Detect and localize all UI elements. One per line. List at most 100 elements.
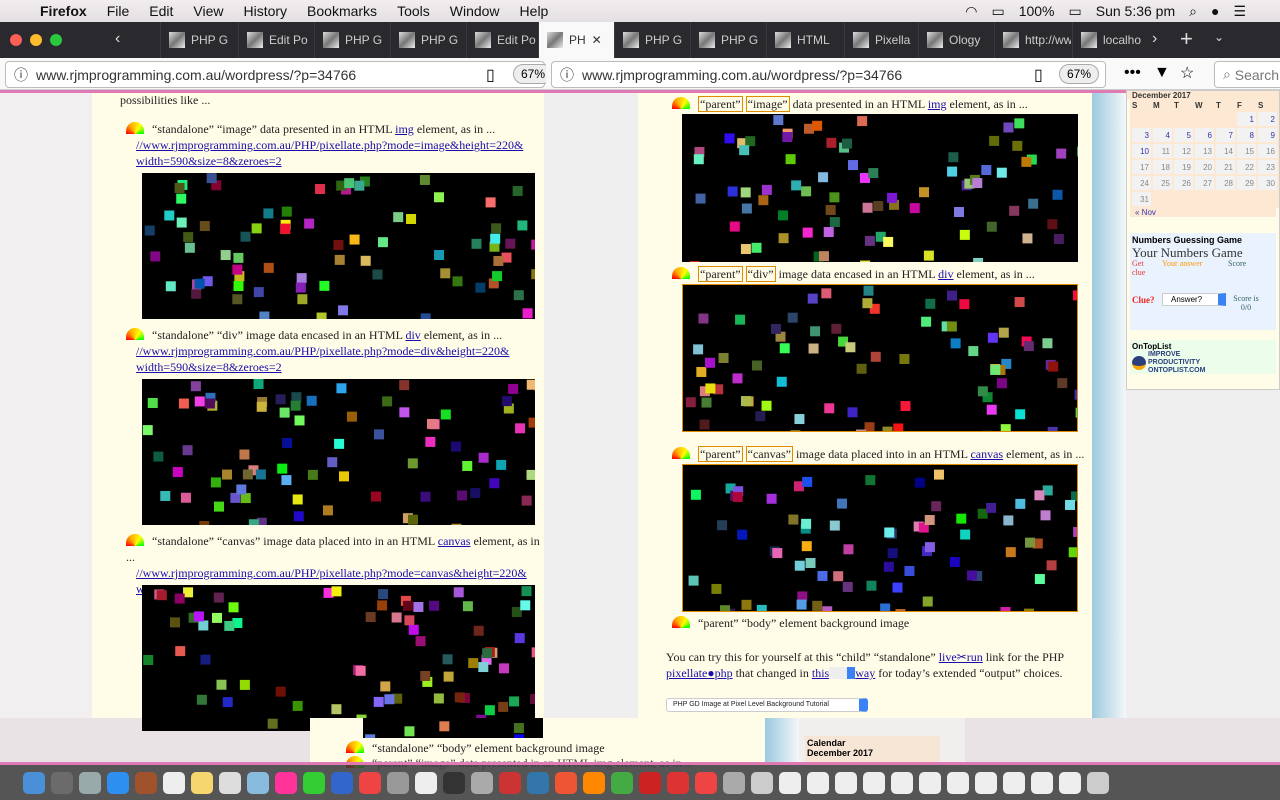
menu-tools[interactable]: Tools: [397, 3, 430, 19]
tag-link[interactable]: canvas: [970, 447, 1003, 461]
tab[interactable]: localho: [1072, 22, 1149, 58]
calendar-day[interactable]: 21: [1216, 160, 1235, 174]
tab-list-chevron-down-icon[interactable]: ⌄: [1214, 30, 1224, 44]
calendar-day[interactable]: 26: [1174, 176, 1193, 190]
dock-app-icon[interactable]: [331, 771, 353, 794]
dock-app-icon[interactable]: [1003, 771, 1025, 794]
battery-icon[interactable]: ▭: [1069, 3, 1082, 20]
calendar-day[interactable]: 20: [1195, 160, 1214, 174]
calendar-day[interactable]: 11: [1153, 144, 1172, 158]
search-field[interactable]: ⌕ Search: [1214, 61, 1280, 88]
dock-app-icon[interactable]: [219, 771, 241, 794]
dock-app-icon[interactable]: [79, 771, 101, 794]
url-text[interactable]: www.rjmprogramming.com.au/wordpress/?p=3…: [582, 67, 902, 83]
url-line[interactable]: //www.rjmprogramming.com.au/PHP/pixellat…: [136, 343, 509, 359]
dock-app-icon[interactable]: [247, 771, 269, 794]
dock-app-icon[interactable]: [499, 771, 521, 794]
calendar-day[interactable]: 7: [1216, 128, 1235, 142]
calendar-day[interactable]: 3: [1132, 128, 1151, 142]
dock-app-icon[interactable]: [415, 771, 437, 794]
menu-window[interactable]: Window: [450, 3, 500, 19]
dock-app-icon[interactable]: [583, 771, 605, 794]
this-link[interactable]: this: [812, 666, 829, 680]
calendar-day[interactable]: 5: [1174, 128, 1193, 142]
bookmark-star-icon[interactable]: ☆: [1180, 63, 1194, 83]
calendar-day[interactable]: 29: [1237, 176, 1256, 190]
dock-app-icon[interactable]: [807, 771, 829, 794]
dock-app-icon[interactable]: [751, 771, 773, 794]
airplay-icon[interactable]: ▭: [991, 3, 1004, 20]
menu-bookmarks[interactable]: Bookmarks: [307, 3, 377, 19]
dock-app-icon[interactable]: [275, 771, 297, 794]
menu-history[interactable]: History: [243, 3, 287, 19]
url-link[interactable]: //www.rjmprogramming.com.au/PHP/pixellat…: [136, 137, 523, 169]
calendar-day[interactable]: 19: [1174, 160, 1193, 174]
app-menu[interactable]: Firefox: [40, 3, 87, 19]
calendar-day[interactable]: 18: [1153, 160, 1172, 174]
url-line[interactable]: width=590&size=8&zeroes=2: [136, 153, 523, 169]
calendar-day[interactable]: 25: [1153, 176, 1172, 190]
dock-app-icon[interactable]: [135, 771, 157, 794]
menu-file[interactable]: File: [107, 3, 130, 19]
tab[interactable]: PHP G: [614, 22, 691, 58]
dock-app-icon[interactable]: [1031, 771, 1053, 794]
answer-select[interactable]: Answer?: [1162, 293, 1226, 306]
dock-app-icon[interactable]: [359, 771, 381, 794]
ontoplist-logo[interactable]: IMPROVE PRODUCTIVITY ONTOPLIST.COM: [1132, 351, 1274, 375]
url-text[interactable]: www.rjmprogramming.com.au/wordpress/?p=3…: [36, 67, 356, 83]
dock-app-icon[interactable]: [947, 771, 969, 794]
tag-link[interactable]: canvas: [438, 534, 471, 548]
calendar-day[interactable]: 23: [1258, 160, 1277, 174]
pocket-icon[interactable]: ▼: [1154, 64, 1170, 82]
zoom-window-button[interactable]: [50, 34, 62, 46]
tab[interactable]: HTML: [766, 22, 843, 58]
dock-app-icon[interactable]: [555, 771, 577, 794]
dock-app-icon[interactable]: [667, 771, 689, 794]
dock-app-icon[interactable]: [611, 771, 633, 794]
dock-app-icon[interactable]: [471, 771, 493, 794]
tab[interactable]: Edit Po: [238, 22, 315, 58]
dock-app-icon[interactable]: [443, 771, 465, 794]
tutorial-select[interactable]: PHP GD Image at Pixel Level Background T…: [666, 698, 868, 712]
tag-link[interactable]: div: [938, 267, 953, 281]
dock-app-icon[interactable]: [303, 771, 325, 794]
calendar-day[interactable]: 10: [1132, 144, 1151, 158]
scroll-tabs-left-icon[interactable]: ‹: [115, 30, 120, 48]
url-line[interactable]: width=590&size=8&zeroes=2: [136, 359, 509, 375]
left-url-field[interactable]: ⓘ www.rjmprogramming.com.au/wordpress/?p…: [5, 61, 545, 88]
dock-app-icon[interactable]: [975, 771, 997, 794]
prev-month-link[interactable]: « Nov: [1130, 208, 1276, 217]
calendar-day[interactable]: 4: [1153, 128, 1172, 142]
page-actions-icon[interactable]: •••: [1124, 64, 1141, 82]
dock-app-icon[interactable]: [23, 771, 45, 794]
calendar-day[interactable]: 17: [1132, 160, 1151, 174]
tab[interactable]: PHP G: [314, 22, 391, 58]
calendar-day[interactable]: 6: [1195, 128, 1214, 142]
calendar-day[interactable]: 12: [1174, 144, 1193, 158]
dock-app-icon[interactable]: [639, 771, 661, 794]
url-link[interactable]: //www.rjmprogramming.com.au/PHP/pixellat…: [136, 343, 509, 375]
calendar-day[interactable]: 1: [1237, 112, 1256, 126]
menu-view[interactable]: View: [193, 3, 223, 19]
minimize-window-button[interactable]: [30, 34, 42, 46]
dock-app-icon[interactable]: [1059, 771, 1081, 794]
way-link[interactable]: way: [855, 666, 875, 680]
dock-app-icon[interactable]: [51, 771, 73, 794]
calendar-day[interactable]: 9: [1258, 128, 1277, 142]
battery-percent[interactable]: 100%: [1019, 3, 1055, 19]
calendar-day[interactable]: 24: [1132, 176, 1151, 190]
wifi-icon[interactable]: ◠: [965, 3, 977, 20]
tab[interactable]: PH ✕: [538, 22, 614, 58]
dock-app-icon[interactable]: [891, 771, 913, 794]
calendar-day[interactable]: 2: [1258, 112, 1277, 126]
scroll-tabs-right-icon[interactable]: ›: [1152, 30, 1157, 48]
clue-button[interactable]: Clue?: [1132, 295, 1155, 305]
close-window-button[interactable]: [10, 34, 22, 46]
calendar-day[interactable]: 28: [1216, 176, 1235, 190]
new-tab-button[interactable]: +: [1180, 26, 1193, 52]
clock[interactable]: Sun 5:36 pm: [1096, 3, 1175, 19]
zoom-level[interactable]: 67%: [1059, 64, 1100, 84]
tab[interactable]: PHP G: [390, 22, 467, 58]
tag-link[interactable]: img: [928, 97, 947, 111]
dock-app-icon[interactable]: [1087, 771, 1109, 794]
